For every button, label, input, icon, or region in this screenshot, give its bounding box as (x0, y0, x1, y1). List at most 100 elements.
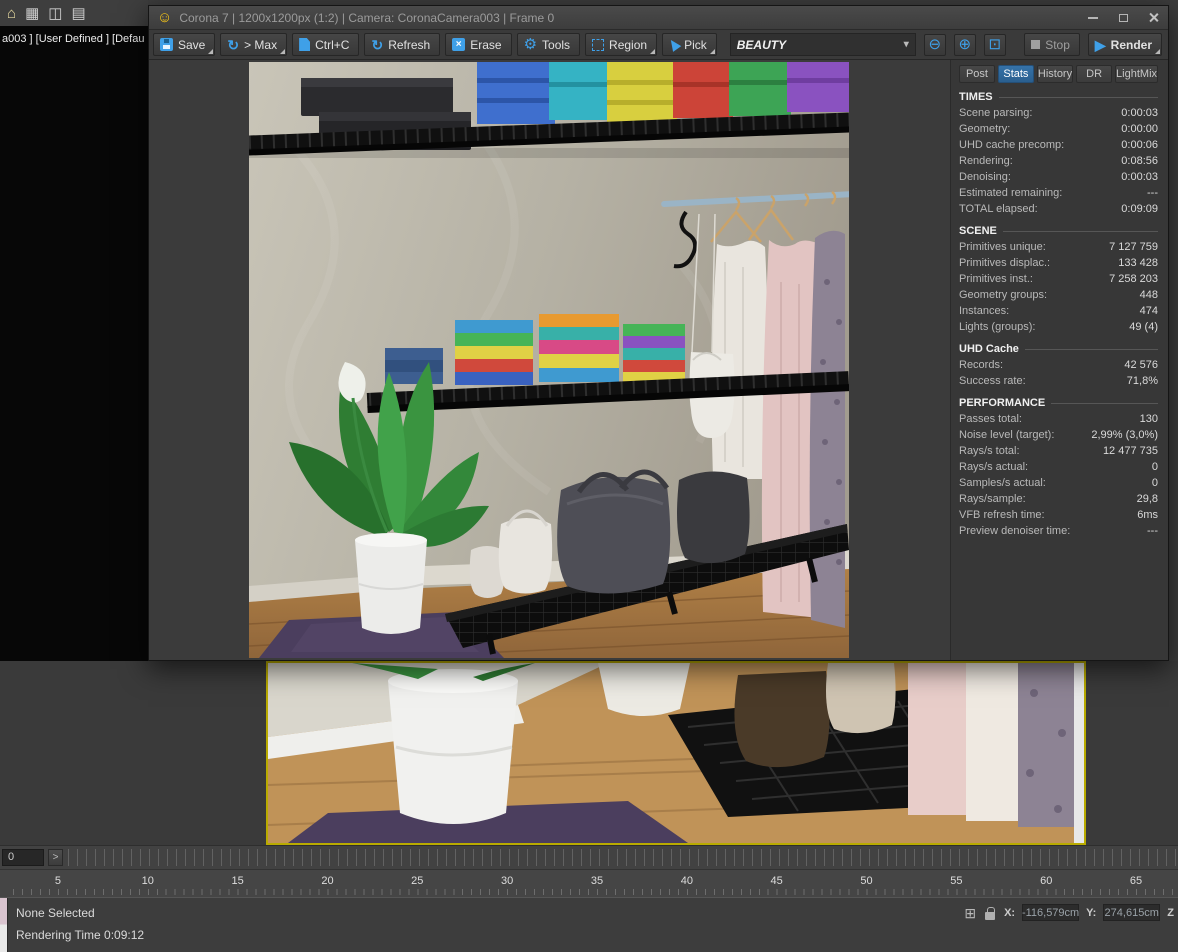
tab-history[interactable]: History (1037, 65, 1073, 83)
save-button[interactable]: Save (153, 33, 215, 56)
tab-dr[interactable]: DR (1076, 65, 1112, 83)
maximize-button[interactable] (1108, 6, 1138, 29)
status-bar: None Selected Rendering Time 0:09:12 ⊞ X… (0, 897, 1178, 952)
zoom-out-button[interactable]: ⊖ (924, 34, 946, 56)
render-scene (249, 62, 849, 658)
render-button[interactable]: ▶ Render (1088, 33, 1162, 56)
home-icon[interactable]: ⌂ (7, 6, 16, 21)
zoom-fit-icon: ⊡ (988, 37, 1001, 52)
lock-icon[interactable] (983, 905, 997, 921)
stat-row: Denoising: 0:00:03 (959, 169, 1158, 185)
z-label: Z (1167, 907, 1174, 919)
rendering-time-status: Rendering Time 0:09:12 (16, 928, 144, 942)
stats-rows: Primitives unique: 7 127 759 Primitives … (959, 239, 1158, 335)
stat-row: Primitives unique: 7 127 759 (959, 239, 1158, 255)
stat-label: Passes total: (959, 411, 1022, 427)
time-slider-track[interactable] (68, 849, 1176, 866)
stat-label: Samples/s actual: (959, 475, 1046, 491)
send-to-max-button[interactable]: ↻ > Max (220, 33, 287, 56)
zoom-in-button[interactable]: ⊕ (954, 34, 976, 56)
frame-number: 25 (372, 875, 462, 887)
stat-value: --- (1147, 523, 1158, 539)
render-image[interactable] (249, 62, 849, 658)
frame-number: 50 (822, 875, 912, 887)
save-label: Save (178, 38, 205, 52)
stat-value: 474 (1140, 303, 1158, 319)
tab-post[interactable]: Post (959, 65, 995, 83)
stat-label: Scene parsing: (959, 105, 1032, 121)
refresh-icon: ↻ (371, 38, 383, 52)
erase-button[interactable]: × Erase (445, 33, 511, 56)
stat-label: Geometry: (959, 121, 1010, 137)
zoom-in-icon: ⊕ (958, 37, 971, 52)
gizmo-icon[interactable]: ⊞ (964, 906, 976, 920)
tab-lightmix[interactable]: LightMix (1115, 65, 1158, 83)
stat-value: 12 477 735 (1103, 443, 1158, 459)
vfb-titlebar[interactable]: ☺ Corona 7 | 1200x1200px (1:2) | Camera:… (149, 6, 1168, 30)
frame-number: 40 (642, 875, 732, 887)
zoom-fit-button[interactable]: ⊡ (984, 34, 1006, 56)
stat-value: 2,99% (3,0%) (1091, 427, 1158, 443)
viewport-label[interactable]: a003 ] [User Defined ] [Defau (2, 33, 148, 45)
window-icon[interactable]: ◫ (48, 6, 62, 21)
stat-label: Success rate: (959, 373, 1026, 389)
stat-row: Rays/sample: 29,8 (959, 491, 1158, 507)
viewport-lower-strip[interactable] (0, 661, 1178, 845)
next-frame-button[interactable]: > (48, 849, 63, 866)
stat-label: Primitives inst.: (959, 271, 1033, 287)
vfb-tabs: Post Stats History DR LightMix (959, 65, 1158, 83)
track-bar-numbers: 5 10 15 20 25 30 35 40 45 50 55 60 (13, 875, 1178, 887)
minimize-button[interactable] (1078, 6, 1108, 29)
stat-label: VFB refresh time: (959, 507, 1045, 523)
region-button[interactable]: Region (585, 33, 657, 56)
viewport-area[interactable]: a003 ] [User Defined ] [Defau (0, 26, 148, 661)
layers-icon[interactable]: ▤ (71, 6, 85, 21)
copy-button[interactable]: Ctrl+C (292, 33, 359, 56)
time-slider[interactable]: 0 > (0, 845, 1178, 869)
pick-button[interactable]: Pick (662, 33, 717, 56)
stat-value: 133 428 (1118, 255, 1158, 271)
stat-label: Rays/s total: (959, 443, 1020, 459)
section-title: SCENE (959, 225, 1158, 237)
selection-status: None Selected (16, 906, 95, 920)
render-icon: ▶ (1095, 38, 1106, 52)
maxscript-mini-listener[interactable] (0, 898, 8, 952)
stat-value: 0:08:56 (1121, 153, 1158, 169)
tools-button[interactable]: ⚙ Tools (517, 33, 580, 56)
stat-value: 0:00:00 (1121, 121, 1158, 137)
stat-label: Primitives displac.: (959, 255, 1050, 271)
stat-value: 7 127 759 (1109, 239, 1158, 255)
stop-button[interactable]: Stop (1024, 33, 1080, 56)
tab-stats[interactable]: Stats (998, 65, 1034, 83)
stat-row: Geometry: 0:00:00 (959, 121, 1158, 137)
frame-number: 30 (462, 875, 552, 887)
stat-row: Passes total: 130 (959, 411, 1158, 427)
frame-number: 55 (911, 875, 1001, 887)
corona-vfb-window: ☺ Corona 7 | 1200x1200px (1:2) | Camera:… (148, 5, 1169, 661)
stat-row: Samples/s actual: 0 (959, 475, 1158, 491)
stat-value: 448 (1140, 287, 1158, 303)
x-coordinate-field[interactable]: -116,579cm (1022, 904, 1079, 921)
vfb-canvas[interactable] (149, 60, 950, 660)
close-icon (1148, 12, 1159, 23)
tools-label: Tools (542, 38, 570, 52)
stat-label: Instances: (959, 303, 1009, 319)
maximize-icon (1119, 14, 1128, 22)
current-frame-field[interactable]: 0 (2, 849, 44, 866)
stat-label: UHD cache precomp: (959, 137, 1064, 153)
corona-logo-icon: ☺ (157, 10, 172, 25)
vfb-window-title: Corona 7 | 1200x1200px (1:2) | Camera: C… (179, 11, 1078, 25)
frame-number: 15 (193, 875, 283, 887)
x-label: X: (1004, 907, 1015, 919)
viewport-safe-frame[interactable] (266, 661, 1086, 845)
grid-icon[interactable]: ▦ (25, 6, 39, 21)
close-button[interactable] (1138, 6, 1168, 29)
pick-label: Pick (684, 38, 707, 52)
stat-row: Noise level (target): 2,99% (3,0%) (959, 427, 1158, 443)
track-bar[interactable]: 5 10 15 20 25 30 35 40 45 50 55 60 (0, 869, 1178, 897)
refresh-button[interactable]: ↻ Refresh (364, 33, 440, 56)
erase-label: Erase (470, 38, 501, 52)
y-coordinate-field[interactable]: 274,615cm (1103, 904, 1160, 921)
render-channel-select[interactable]: BEAUTY ▾ (730, 33, 916, 56)
stat-label: Denoising: (959, 169, 1011, 185)
